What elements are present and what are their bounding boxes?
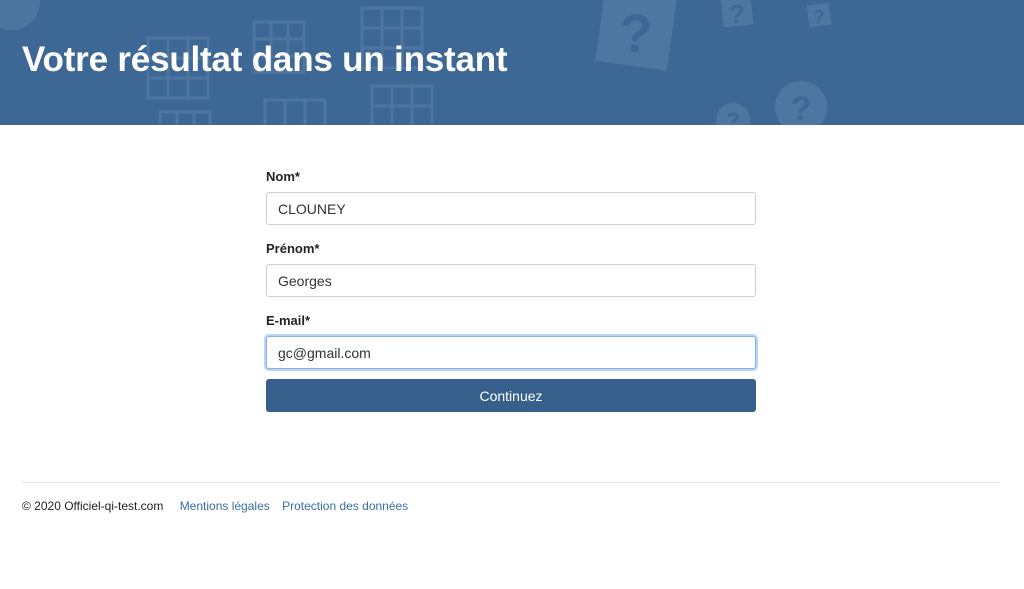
footer: © 2020 Officiel-qi-test.com Mentions lég… [22, 498, 408, 514]
question-mark-icon: ? [720, 0, 754, 29]
question-mark-icon: ? [775, 81, 827, 125]
last-name-field[interactable] [266, 192, 756, 225]
svg-text:?: ? [814, 7, 825, 27]
svg-text:?: ? [726, 108, 739, 125]
question-mark-icon: ? [716, 103, 750, 125]
svg-text:?: ? [791, 90, 812, 125]
grid-puzzle-icon [370, 84, 434, 125]
svg-text:?: ? [729, 0, 745, 29]
question-mark-icon: ? [595, 0, 677, 71]
last-name-label: Nom* [266, 169, 300, 184]
page-title: Votre résultat dans un instant [22, 40, 508, 79]
first-name-label: Prénom* [266, 241, 320, 256]
question-mark-icon: ? [806, 2, 832, 28]
first-name-field[interactable] [266, 264, 756, 297]
svg-text:?: ? [620, 4, 653, 64]
result-form: Nom* Prénom* E-mail* [266, 168, 756, 369]
email-label: E-mail* [266, 313, 311, 328]
grid-puzzle-icon [263, 98, 327, 125]
header-banner: ? ? ? ? ? Votre résultat dans un instant [0, 0, 1024, 125]
footer-divider [22, 482, 1000, 483]
grid-puzzle-icon [158, 110, 212, 125]
circle-shape-icon [0, 0, 40, 30]
continue-button[interactable]: Continuez [266, 379, 756, 412]
legal-notice-link[interactable]: Mentions légales [180, 499, 270, 513]
copyright-text: © 2020 Officiel-qi-test.com [22, 499, 164, 513]
email-field[interactable] [266, 336, 756, 369]
data-protection-link[interactable]: Protection des données [282, 499, 408, 513]
